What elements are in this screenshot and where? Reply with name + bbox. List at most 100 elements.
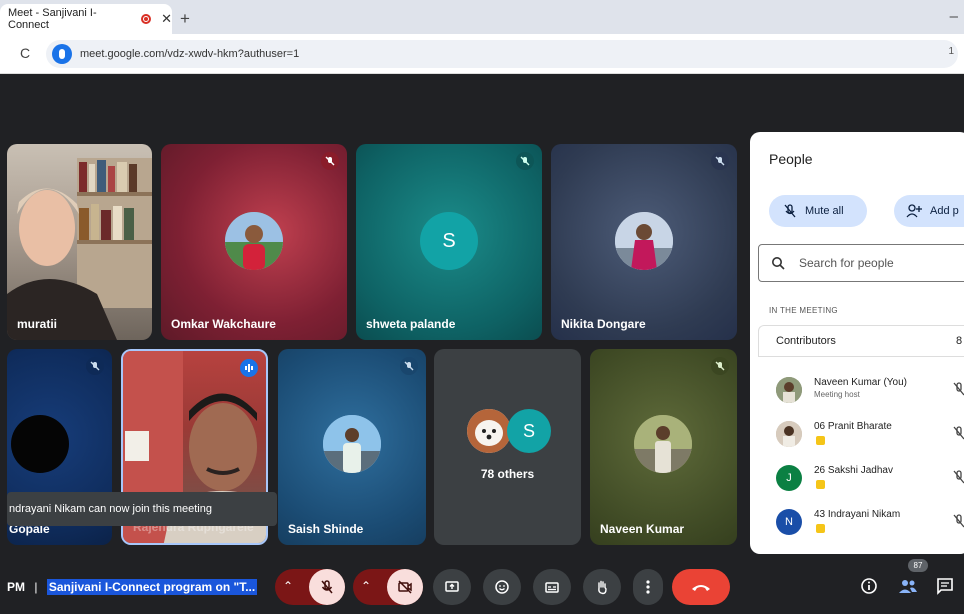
meet-stage: muratii Omkar Wakchaure S shweta palande… — [0, 74, 964, 614]
participant-name: Nikita Dongare — [561, 317, 646, 331]
audio-options-chevron-icon[interactable]: ⌃ — [283, 579, 293, 593]
more-options-button[interactable] — [633, 569, 663, 605]
avatar — [225, 212, 283, 270]
meeting-info-separator: | — [34, 580, 38, 594]
mic-off-icon[interactable] — [952, 426, 964, 440]
mic-off-icon[interactable] — [952, 382, 964, 396]
participant-row-name: Naveen Kumar (You) — [814, 377, 908, 388]
mute-all-button[interactable]: Mute all — [769, 195, 867, 227]
participant-row-subtitle: Meeting host — [814, 390, 860, 399]
mute-all-label: Mute all — [805, 205, 844, 217]
people-panel: People Mute all Add p Search for people … — [750, 132, 964, 554]
speaking-indicator-icon — [240, 359, 258, 377]
contributors-header[interactable]: Contributors 8 — [758, 325, 964, 357]
video-tile[interactable]: Naveen Kumar — [590, 349, 737, 545]
microphone-control: ⌃ — [275, 569, 345, 605]
avatar: S — [420, 212, 478, 270]
meeting-details-icon[interactable] — [860, 577, 878, 595]
new-tab-button[interactable]: + — [180, 9, 190, 29]
microphone-toggle-button[interactable] — [309, 569, 345, 605]
bookshelf-scene — [7, 158, 152, 340]
tab-close-icon[interactable]: ✕ — [161, 11, 172, 27]
recording-icon — [141, 14, 152, 24]
present-screen-button[interactable] — [433, 569, 471, 605]
video-tile[interactable]: Nikita Dongare — [551, 144, 737, 340]
url-text[interactable]: meet.google.com/vdz-xwdv-hkm?authuser=1 — [80, 48, 299, 60]
omnibox[interactable]: meet.google.com/vdz-xwdv-hkm?authuser=1 … — [46, 40, 958, 68]
add-people-label: Add p — [930, 205, 959, 217]
leave-call-button[interactable] — [672, 569, 730, 605]
mic-off-icon[interactable] — [952, 470, 964, 484]
emoji-icon — [495, 580, 509, 594]
avatar — [776, 377, 802, 403]
mic-off-icon — [321, 152, 339, 170]
video-tile[interactable]: Omkar Wakchaure — [161, 144, 347, 340]
others-tile[interactable]: S 78 others — [434, 349, 581, 545]
raise-hand-button[interactable] — [583, 569, 621, 605]
search-people-input[interactable]: Search for people — [758, 244, 964, 282]
meeting-title: Sanjivani I-Connect program on "T... — [46, 579, 258, 595]
mic-off-icon — [784, 204, 796, 218]
meeting-info: PM | Sanjivani I-Connect program on "T..… — [7, 579, 258, 595]
section-label: IN THE MEETING — [769, 306, 838, 315]
participant-name: Omkar Wakchaure — [171, 317, 276, 331]
mic-off-icon[interactable] — [952, 514, 964, 528]
hand-icon — [598, 580, 607, 595]
video-tile[interactable]: muratii — [7, 144, 152, 340]
captions-button[interactable] — [533, 569, 571, 605]
reactions-button[interactable] — [483, 569, 521, 605]
contributors-label: Contributors — [776, 335, 836, 347]
participant-name: Saish Shinde — [288, 522, 364, 536]
participant-row-name: 26 Sakshi Jadhav — [814, 465, 893, 476]
mic-off-icon — [321, 580, 333, 594]
participant-row-name: 06 Pranit Bharate — [814, 421, 892, 432]
mic-off-icon — [711, 357, 729, 375]
video-options-chevron-icon[interactable]: ⌃ — [361, 579, 371, 593]
participant-name: shweta palande — [366, 317, 456, 331]
minimize-button[interactable]: – — [950, 8, 958, 25]
participant-row[interactable]: 06 Pranit Bharate — [750, 414, 964, 458]
others-count: 78 others — [480, 467, 535, 481]
search-placeholder: Search for people — [799, 256, 894, 270]
avatar-initial: S — [442, 229, 456, 252]
participant-count-badge: 87 — [908, 559, 928, 572]
avatar: S — [507, 409, 551, 453]
participant-name: muratii — [17, 317, 58, 331]
mic-off-icon — [86, 357, 104, 375]
avatar-initial: N — [785, 516, 793, 528]
participant-row[interactable]: J 26 Sakshi Jadhav — [750, 458, 964, 502]
chat-icon[interactable] — [936, 577, 954, 595]
browser-tab-meet[interactable]: Meet - Sanjivani I-Connect ✕ — [0, 4, 172, 34]
people-icon[interactable] — [898, 577, 918, 595]
address-bar: C meet.google.com/vdz-xwdv-hkm?authuser=… — [0, 34, 964, 74]
participant-row[interactable]: Naveen Kumar (You) Meeting host — [750, 370, 964, 414]
video-tile[interactable]: S shweta palande — [356, 144, 542, 340]
site-info-icon[interactable] — [52, 44, 72, 64]
raised-hand-icon — [816, 480, 825, 489]
add-people-button[interactable]: Add p — [894, 195, 964, 227]
raised-hand-icon — [816, 524, 825, 533]
more-vert-icon — [646, 580, 650, 594]
contributors-count: 8 — [956, 335, 963, 347]
present-icon — [445, 581, 459, 592]
phone-hangup-icon — [692, 585, 710, 591]
participant-row[interactable]: N 43 Indrayani Nikam — [750, 502, 964, 546]
mic-off-icon — [400, 357, 418, 375]
meeting-control-bar: PM | Sanjivani I-Connect program on "T..… — [0, 554, 964, 614]
avatar — [323, 415, 381, 473]
avatar-initial: S — [522, 420, 535, 441]
raised-hand-icon — [816, 436, 825, 445]
meeting-time: PM — [7, 580, 25, 594]
avatar-initial: J — [786, 472, 792, 484]
camera-toggle-button[interactable] — [387, 569, 423, 605]
avatar — [615, 212, 673, 270]
omnibox-extra: 1 — [948, 46, 954, 57]
tab-title: Meet - Sanjivani I-Connect — [8, 7, 97, 31]
video-tile[interactable]: Saish Shinde — [278, 349, 426, 545]
camera-off-icon — [398, 580, 412, 594]
browser-tab-strip: Meet - Sanjivani I-Connect ✕ + – — [0, 0, 964, 34]
reload-icon[interactable]: C — [20, 45, 30, 61]
toast-notification: ndrayani Nikam can now join this meeting — [7, 492, 277, 526]
toast-text: ndrayani Nikam can now join this meeting — [9, 503, 212, 515]
avatar — [634, 415, 692, 473]
